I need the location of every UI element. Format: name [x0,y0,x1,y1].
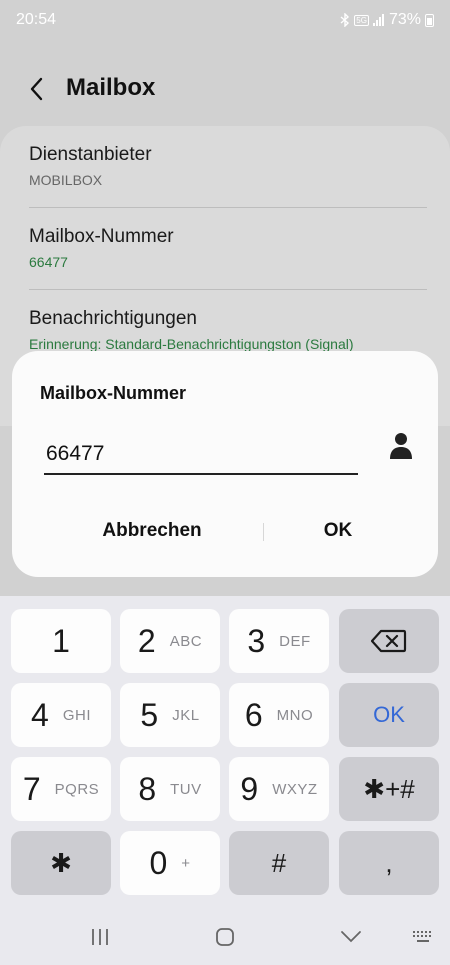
key-digit: 7 [22,770,41,807]
cancel-button[interactable]: Abbrechen [52,511,252,551]
mailbox-number-input[interactable] [44,435,358,475]
key-letters: TUV [170,780,202,798]
backspace-key[interactable] [339,609,439,673]
divider [29,207,427,208]
setting-item-notifications[interactable]: Benachrichtigungen Erinnerung: Standard-… [29,308,427,352]
setting-value: MOBILBOX [29,172,103,188]
key-symbol: ✱ [50,847,72,878]
keyboard-button[interactable] [408,924,438,950]
page-title: Mailbox [66,74,156,101]
key-letters: JKL [172,706,200,724]
key-7[interactable]: 7 PQRS [11,757,111,821]
button-divider [263,523,264,541]
chevron-left-icon [30,77,43,101]
keypad-ok-label: OK [373,702,405,727]
status-bar: 20:54 5G 73% [0,0,450,40]
key-digit: 1 [52,622,70,659]
key-digit: 4 [31,696,49,733]
key-symbol: ✱+# [363,773,415,804]
key-digit: 5 [140,696,159,733]
key-digit: 2 [137,622,156,659]
status-time: 20:54 [16,11,57,28]
key-digit: 9 [240,770,259,807]
setting-value: 66477 [29,254,68,270]
key-symbol: , [385,847,393,878]
mailbox-number-dialog: Mailbox-Nummer Abbrechen OK [12,351,438,577]
ok-button[interactable]: OK [268,511,408,551]
battery-percent: 73% [388,11,421,28]
dialog-title: Mailbox-Nummer [40,383,187,403]
key-letters: PQRS [54,780,100,798]
setting-item-mailbox-number[interactable]: Mailbox-Nummer 66477 [29,226,427,270]
navigation-bar [0,910,450,965]
key-letters: ABC [169,632,203,650]
key-symbol: # [271,847,287,878]
setting-value: Erinnerung: Standard-Benachrichtigungsto… [29,336,354,352]
key-digit: 6 [244,696,263,733]
key-8[interactable]: 8 TUV [120,757,220,821]
backspace-icon [371,629,407,653]
back-button[interactable] [22,74,52,104]
key-digit: 3 [247,622,266,659]
key-letters: WXYZ [272,780,318,798]
back-nav-button[interactable] [336,924,366,950]
key-letters: + [181,854,191,872]
key-digit: 0 [149,844,168,881]
key-letters: GHI [62,706,91,724]
setting-title: Mailbox-Nummer [29,226,174,247]
keypad-ok-key[interactable]: OK [339,683,439,747]
setting-title: Benachrichtigungen [29,308,197,329]
hash-key[interactable]: # [229,831,329,895]
comma-key[interactable]: , [339,831,439,895]
recent-apps-button[interactable] [85,924,115,950]
key-0[interactable]: 0 + [120,831,220,895]
bluetooth-icon [340,13,350,27]
header: Mailbox [0,62,450,118]
star-key[interactable]: ✱ [11,831,111,895]
key-6[interactable]: 6 MNO [229,683,329,747]
back-chevron-down-icon [341,931,361,943]
key-9[interactable]: 9 WXYZ [229,757,329,821]
5g-icon: 5G [354,14,369,26]
battery-icon [425,13,434,27]
key-4[interactable]: 4 GHI [11,683,111,747]
home-icon [216,928,234,946]
key-3[interactable]: 3 DEF [229,609,329,673]
key-letters: DEF [279,632,311,650]
contact-person-icon[interactable] [388,431,414,461]
key-2[interactable]: 2 ABC [120,609,220,673]
home-button[interactable] [210,924,240,950]
divider [29,289,427,290]
signal-icon [372,14,385,26]
recent-apps-icon [92,929,108,945]
setting-title: Dienstanbieter [29,144,152,165]
key-digit: 8 [138,770,157,807]
star-plus-hash-key[interactable]: ✱+# [339,757,439,821]
status-icons: 5G 73% [340,11,434,29]
keyboard-icon [413,931,431,942]
key-1[interactable]: 1 [11,609,111,673]
key-5[interactable]: 5 JKL [120,683,220,747]
key-letters: MNO [276,706,314,724]
setting-item-service-provider[interactable]: Dienstanbieter MOBILBOX [29,144,427,188]
